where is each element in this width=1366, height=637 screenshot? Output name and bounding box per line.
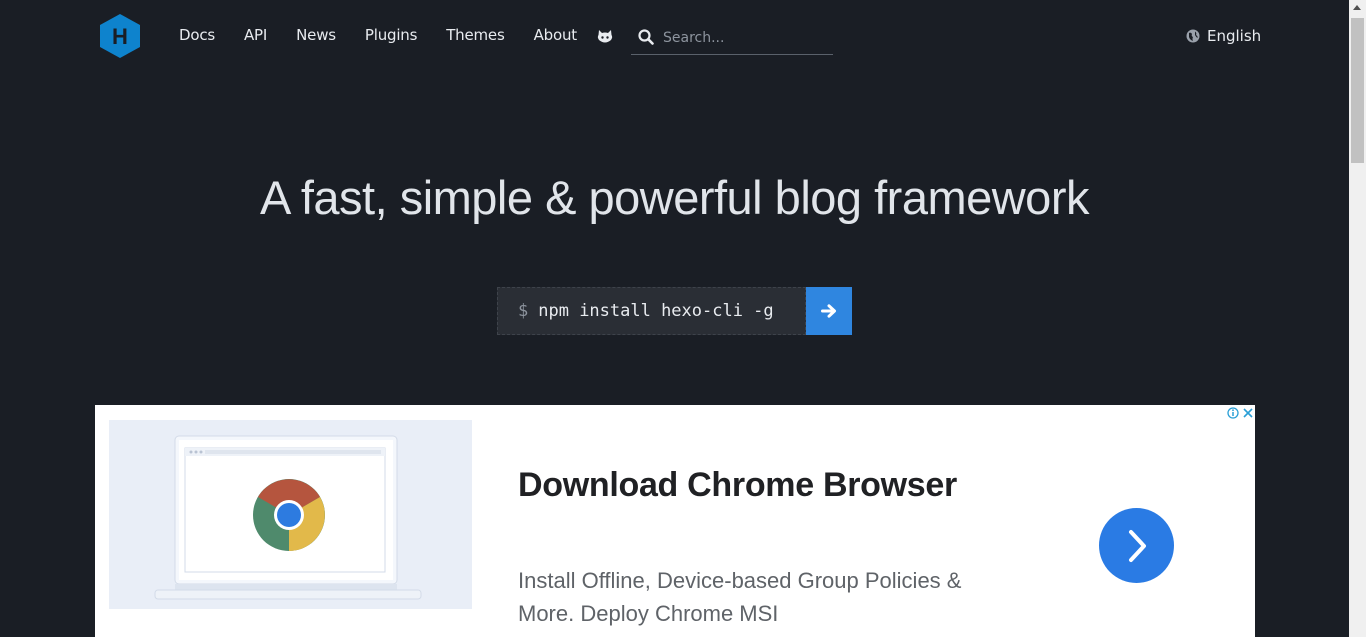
site-header: H Docs API News Plugins Themes About Eng…: [0, 0, 1349, 72]
scroll-thumb[interactable]: [1351, 18, 1364, 163]
ad-open-button[interactable]: [1099, 508, 1174, 583]
nav-news[interactable]: News: [296, 26, 336, 44]
chevron-right-icon: [1128, 529, 1146, 562]
search-input[interactable]: [663, 28, 828, 48]
globe-icon: [1186, 29, 1200, 43]
arrow-right-icon: [821, 304, 836, 318]
install-command[interactable]: $ npm install hexo-cli -g: [497, 287, 806, 335]
page-scrollbar[interactable]: [1349, 0, 1366, 637]
hero-title: A fast, simple & powerful blog framework: [260, 171, 1089, 224]
prompt-symbol: $: [518, 301, 529, 321]
github-icon[interactable]: [596, 27, 614, 45]
language-label: English: [1207, 27, 1262, 45]
nav-themes[interactable]: Themes: [446, 26, 505, 44]
install-box: $ npm install hexo-cli -g: [497, 287, 852, 335]
svg-text:H: H: [112, 24, 128, 49]
ad-image[interactable]: [109, 420, 472, 609]
ad-title[interactable]: Download Chrome Browser: [518, 466, 957, 505]
search-icon: [638, 29, 654, 45]
nav-api[interactable]: API: [244, 26, 267, 44]
chrome-logo-icon: [253, 479, 325, 551]
main-nav: Docs API News Plugins Themes About: [179, 26, 606, 44]
get-started-button[interactable]: [806, 287, 852, 335]
search-box: [631, 22, 833, 55]
language-selector[interactable]: English: [1186, 27, 1261, 45]
ad-info-icon[interactable]: [1227, 407, 1239, 419]
nav-plugins[interactable]: Plugins: [365, 26, 418, 44]
scroll-up-icon[interactable]: [1353, 5, 1361, 10]
nav-docs[interactable]: Docs: [179, 26, 215, 44]
ad-description: Install Offline, Device-based Group Poli…: [518, 568, 962, 626]
ad-close-icon[interactable]: [1242, 407, 1254, 419]
nav-about[interactable]: About: [534, 26, 578, 44]
laptop-illustration: [154, 435, 422, 600]
hexo-logo[interactable]: H: [99, 13, 141, 59]
install-command-text: npm install hexo-cli -g: [538, 301, 774, 321]
ad-banner[interactable]: Download Chrome Browser Install Offline,…: [95, 405, 1255, 637]
